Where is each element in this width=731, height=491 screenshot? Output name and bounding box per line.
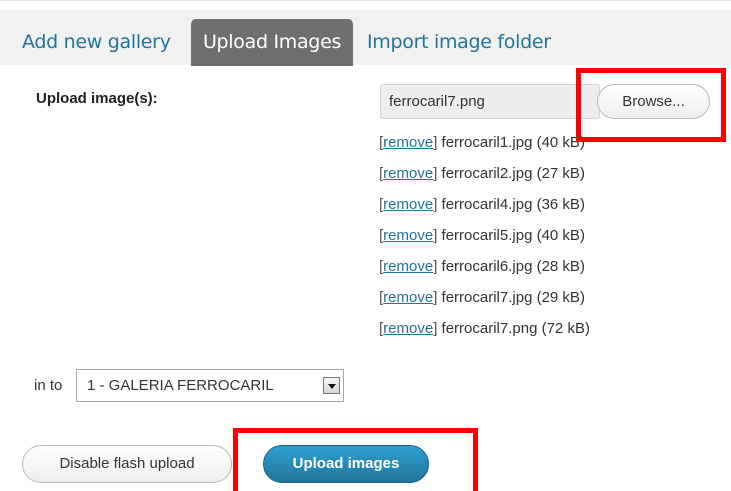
remove-link[interactable]: remove [383, 165, 433, 182]
file-name: ferrocaril4.jpg (36 kB) [441, 196, 585, 213]
tab-bar: Add new gallery Upload Images Import ima… [0, 0, 731, 66]
into-label: in to [34, 377, 63, 394]
tab-add-new-gallery[interactable]: Add new gallery [22, 19, 171, 66]
upload-highlight-box [233, 428, 478, 491]
remove-link[interactable]: remove [383, 227, 433, 244]
remove-link[interactable]: remove [383, 320, 433, 337]
remove-link[interactable]: remove [383, 258, 433, 275]
gallery-select[interactable]: 1 - GALERIA FERROCARIL [76, 369, 344, 402]
file-list-item: [remove] ferrocaril2.jpg (27 kB) [379, 165, 585, 182]
file-name: ferrocaril5.jpg (40 kB) [441, 227, 585, 244]
upload-images-label: Upload image(s): [36, 90, 158, 107]
top-strip [0, 1, 731, 10]
tab-upload-images[interactable]: Upload Images [191, 19, 353, 66]
file-list-item: [remove] ferrocaril5.jpg (40 kB) [379, 227, 585, 244]
file-path-field[interactable]: ferrocaril7.png [380, 84, 600, 119]
gallery-select-value: 1 - GALERIA FERROCARIL [87, 377, 274, 394]
file-name: ferrocaril1.jpg (40 kB) [441, 134, 585, 151]
file-name: ferrocaril6.jpg (28 kB) [441, 258, 585, 275]
queued-file-list: [remove] ferrocaril1.jpg (40 kB) [remove… [379, 127, 709, 344]
file-name: ferrocaril2.jpg (27 kB) [441, 165, 585, 182]
upload-images-page: Add new gallery Upload Images Import ima… [0, 0, 731, 491]
file-list-item: [remove] ferrocaril7.png (72 kB) [379, 320, 590, 337]
chevron-down-icon[interactable] [323, 377, 340, 394]
file-name: ferrocaril7.jpg (29 kB) [441, 289, 585, 306]
remove-link[interactable]: remove [383, 134, 433, 151]
disable-flash-upload-button[interactable]: Disable flash upload [22, 445, 232, 483]
file-list-item: [remove] ferrocaril6.jpg (28 kB) [379, 258, 585, 275]
file-list-item: [remove] ferrocaril7.jpg (29 kB) [379, 289, 585, 306]
remove-link[interactable]: remove [383, 289, 433, 306]
file-list-item: [remove] ferrocaril4.jpg (36 kB) [379, 196, 585, 213]
browse-highlight-box [576, 68, 726, 142]
file-name: ferrocaril7.png (72 kB) [441, 320, 590, 337]
tab-import-image-folder[interactable]: Import image folder [367, 19, 551, 66]
remove-link[interactable]: remove [383, 196, 433, 213]
